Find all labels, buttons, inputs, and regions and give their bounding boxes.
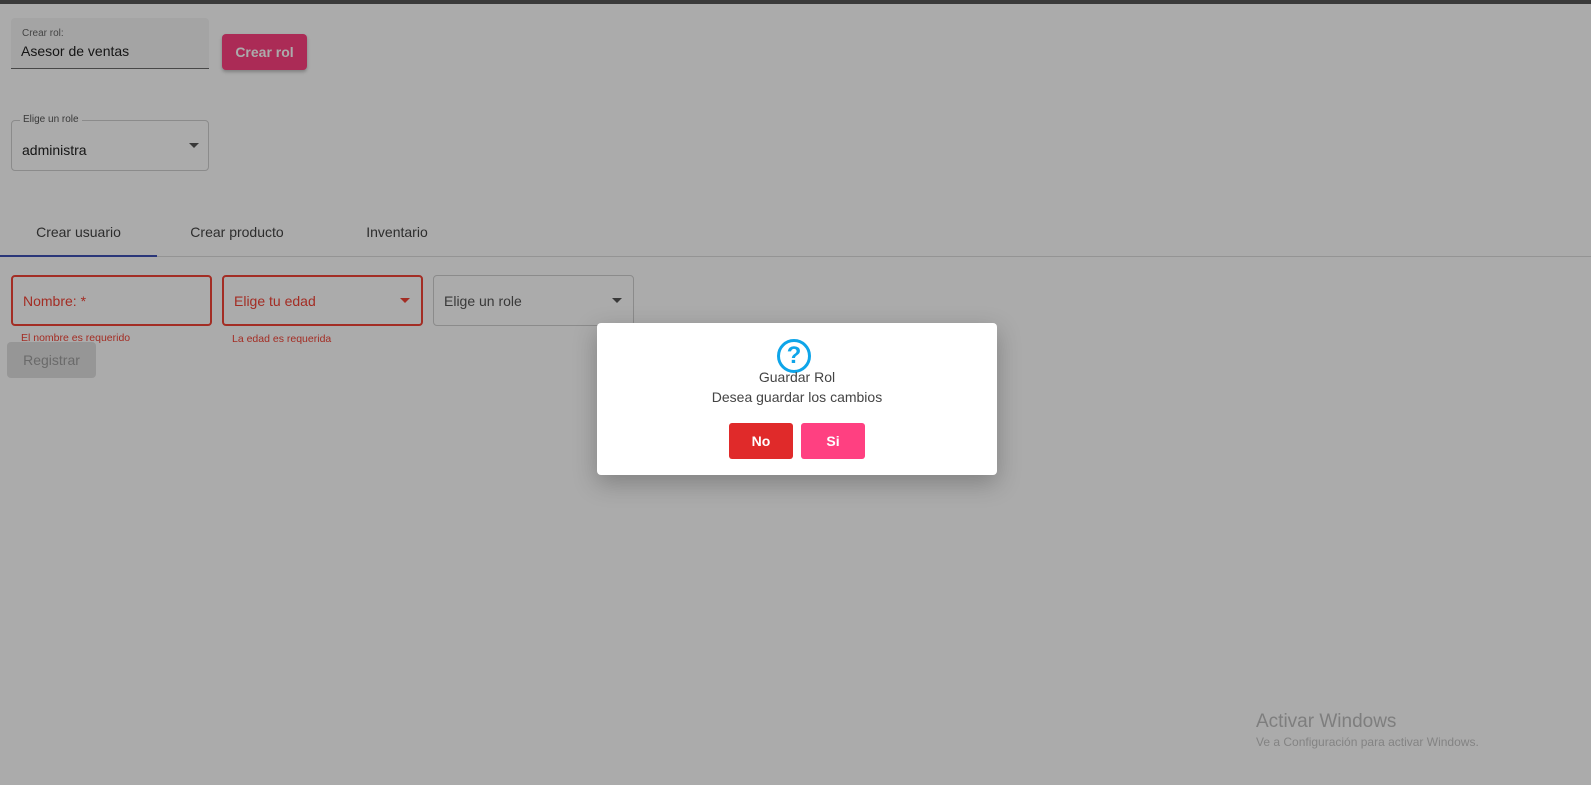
dialog-title: Guardar Rol	[758, 369, 836, 385]
dialog-message: Desea guardar los cambios	[711, 389, 883, 405]
si-button[interactable]: Si	[801, 423, 865, 459]
no-button[interactable]: No	[729, 423, 793, 459]
question-icon: ?	[777, 339, 811, 373]
confirm-dialog: ? Guardar Rol Desea guardar los cambios …	[597, 323, 997, 475]
